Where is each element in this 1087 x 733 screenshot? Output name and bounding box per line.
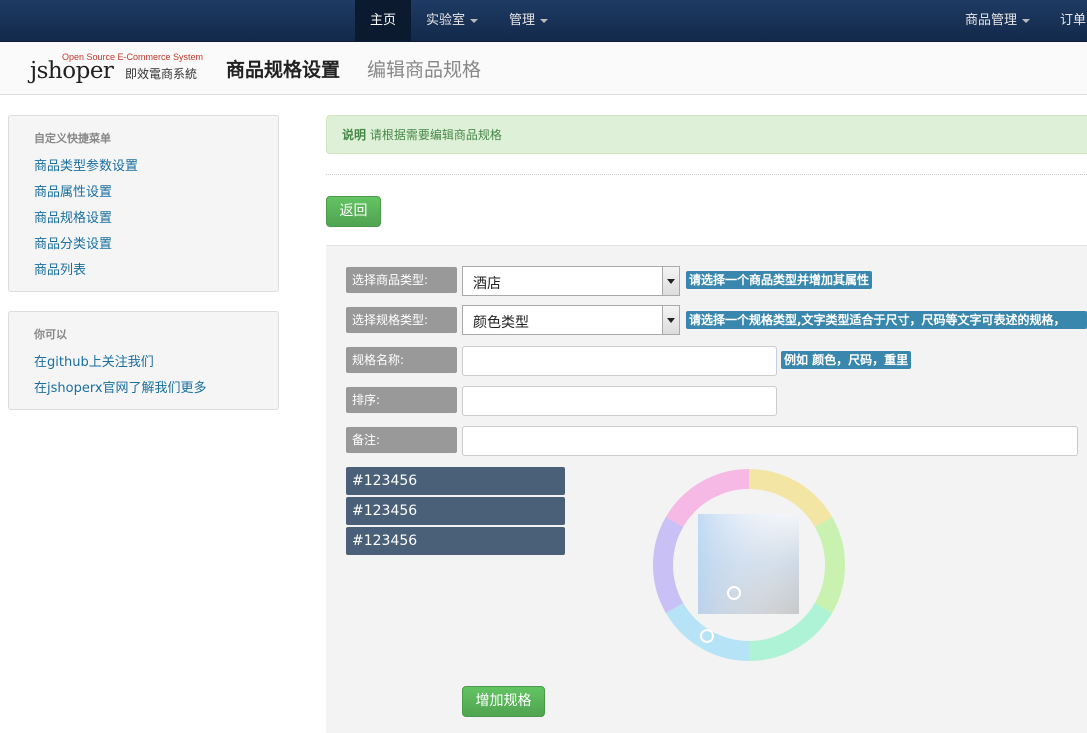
caret-down-icon <box>1022 18 1031 23</box>
color-picker-wheel[interactable] <box>653 469 845 661</box>
page-title: 商品规格设置 <box>226 59 341 81</box>
color-value-item[interactable]: #123456 <box>346 527 565 555</box>
logo[interactable]: Open Source E-Commerce System jshoper 即效… <box>30 52 210 88</box>
nav-lab[interactable]: 实验室 <box>426 0 479 41</box>
sidebar-link-website[interactable]: 在jshoperx官网了解我们更多 <box>34 377 207 396</box>
sidebar-extra-title: 你可以 <box>34 328 67 341</box>
alert-strong: 说明 <box>342 128 367 142</box>
alert-text: 请根据需要编辑商品规格 <box>369 128 502 142</box>
nav-home[interactable]: 主页 <box>355 0 411 41</box>
sidebar-link-github[interactable]: 在github上关注我们 <box>34 351 154 370</box>
sidebar-link-goods-type-params[interactable]: 商品类型参数设置 <box>34 155 138 174</box>
color-value-item[interactable]: #123456 <box>346 497 565 525</box>
color-value-item[interactable]: #123456 <box>346 467 565 495</box>
nav-manage-label: 管理 <box>509 13 536 28</box>
caret-down-icon <box>540 18 549 23</box>
spec-type-select[interactable]: 颜色类型 <box>462 305 680 335</box>
logo-text: jshoper <box>30 58 114 84</box>
add-spec-button[interactable]: 增加规格 <box>462 686 545 717</box>
sidebar-link-goods-specs[interactable]: 商品规格设置 <box>34 207 112 226</box>
top-navbar: 主页 实验室 管理 商品管理 订单 <box>0 0 1087 42</box>
page-subtitle: 编辑商品规格 <box>367 59 482 81</box>
nav-orders-label: 订单 <box>1060 13 1087 28</box>
goods-type-value: 酒店 <box>473 276 501 292</box>
sidebar-shortcuts: 自定义快捷菜单 商品类型参数设置 商品属性设置 商品规格设置 商品分类设置 商品… <box>8 115 279 292</box>
info-alert: 说明 请根据需要编辑商品规格 <box>326 115 1087 154</box>
caret-down-icon <box>470 18 479 23</box>
divider <box>326 174 1087 175</box>
spec-type-help: 请选择一个规格类型,文字类型适合于尺寸，尺码等文字可表述的规格， <box>686 311 1087 329</box>
nav-product-manage[interactable]: 商品管理 <box>965 0 1031 41</box>
nav-lab-label: 实验室 <box>426 13 466 28</box>
dropdown-arrow-icon[interactable] <box>662 306 679 334</box>
logo-cn-text: 即效電商系統 <box>125 67 198 81</box>
spec-type-value: 颜色类型 <box>473 315 529 331</box>
sidebar-extra: 你可以 在github上关注我们 在jshoperx官网了解我们更多 <box>8 311 279 410</box>
spec-name-label: 规格名称: <box>346 347 457 373</box>
spec-name-help: 例如 颜色，尺码，重里 <box>781 351 912 369</box>
nav-manage[interactable]: 管理 <box>509 0 549 41</box>
nav-product-manage-label: 商品管理 <box>965 13 1018 28</box>
sort-input[interactable] <box>462 386 777 416</box>
note-input[interactable] <box>462 426 1078 456</box>
nav-orders[interactable]: 订单 <box>1060 0 1086 41</box>
sidebar-link-goods-category[interactable]: 商品分类设置 <box>34 233 112 252</box>
dropdown-arrow-icon[interactable] <box>662 267 679 295</box>
page-header: Open Source E-Commerce System jshoper 即效… <box>0 42 1087 95</box>
sidebar-link-goods-attributes[interactable]: 商品属性设置 <box>34 181 112 200</box>
nav-home-label: 主页 <box>369 13 396 28</box>
sort-label: 排序: <box>346 387 457 413</box>
back-button[interactable]: 返回 <box>326 196 381 227</box>
goods-type-label: 选择商品类型: <box>346 267 457 293</box>
goods-type-help: 请选择一个商品类型并增加其属性 <box>686 271 873 289</box>
sidebar-shortcuts-title: 自定义快捷菜单 <box>34 132 111 145</box>
spec-type-label: 选择规格类型: <box>346 307 457 333</box>
sidebar-link-goods-list[interactable]: 商品列表 <box>34 259 86 278</box>
goods-type-select[interactable]: 酒店 <box>462 266 680 296</box>
note-label: 备注: <box>346 427 457 453</box>
spec-name-input[interactable] <box>462 346 777 376</box>
